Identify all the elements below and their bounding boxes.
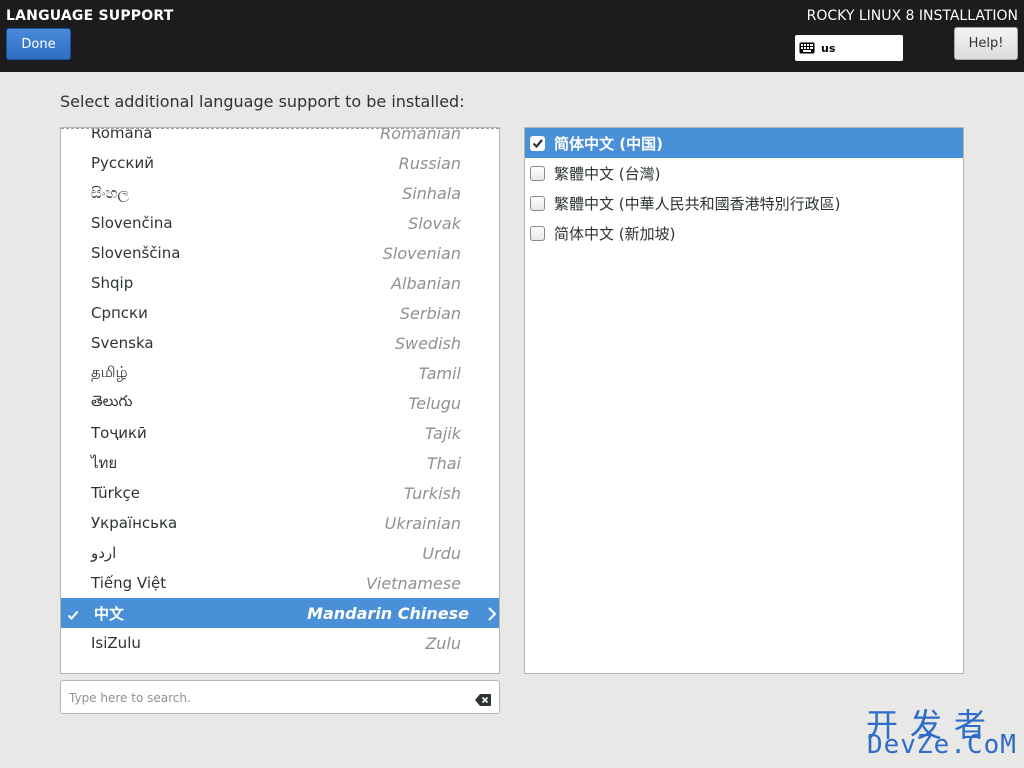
language-row[interactable]: IsiZulu Zulu [61,628,499,658]
language-row[interactable]: Slovenčina Slovak [61,208,499,238]
language-english-name: Thai [426,453,461,473]
instruction-label: Select additional language support to be… [60,92,465,111]
scroll-edge-indicator [61,128,499,129]
language-native-name: ไทย [91,454,118,472]
language-english-name: Zulu [425,633,461,653]
locale-row[interactable]: 繁體中文 (中華人民共和國香港特別行政區) [525,188,963,218]
locale-checkbox[interactable] [530,226,545,241]
language-native-name: Shqip [91,274,134,292]
language-english-name: Albanian [391,273,461,293]
language-native-name: 中文 [94,604,125,623]
language-row[interactable]: Svenska Swedish [61,328,499,358]
locale-row[interactable]: 简体中文 (中国) [525,128,963,158]
chevron-right-icon [487,606,497,625]
language-english-name: Tamil [418,363,461,383]
language-english-name: Ukrainian [384,513,461,533]
language-row[interactable]: Română Romanian [61,127,499,148]
language-row[interactable]: 中文 Mandarin Chinese [61,598,499,628]
language-row[interactable]: اردو Urdu [61,538,499,568]
language-row[interactable]: Тоҷикӣ Tajik [61,418,499,448]
language-row[interactable]: தமிழ் Tamil [61,358,499,388]
locale-label: 简体中文 (中国) [554,134,663,153]
language-english-name: Mandarin Chinese [307,603,469,623]
language-native-name: Slovenčina [91,214,173,232]
locale-label: 简体中文 (新加坡) [554,224,676,243]
product-title: ROCKY LINUX 8 INSTALLATION [806,8,1018,24]
language-english-name: Slovak [408,213,461,233]
watermark-bottom-text: DevZe.CoM [867,730,1017,760]
language-row[interactable]: Shqip Albanian [61,268,499,298]
language-row[interactable]: Türkçe Turkish [61,478,499,508]
locale-row[interactable]: 简体中文 (新加坡) [525,218,963,248]
language-list-content: Română Romanian Русский Russian සිංහල Sinhala… [61,127,499,658]
language-native-name: اردو [91,544,117,562]
locale-checkbox[interactable] [530,166,545,181]
language-row[interactable]: Русский Russian [61,148,499,178]
done-button[interactable]: Done [6,28,71,60]
language-native-name: Svenska [91,334,154,352]
language-row[interactable]: ไทย Thai [61,448,499,478]
language-row[interactable]: తెలుగు Telugu [61,388,499,418]
watermark-logo: 开发者 DevZe.CoM [866,700,1016,762]
language-native-name: Українська [91,514,178,532]
language-english-name: Serbian [399,303,461,323]
search-input[interactable] [69,688,469,708]
language-native-name: தமிழ் [91,363,128,381]
language-english-name: Telugu [408,393,461,413]
language-native-name: Српски [91,304,148,322]
locale-list[interactable]: 简体中文 (中国) 繁體中文 (台灣) 繁體中文 (中華人民共和國香港特別行政區) 简… [524,127,964,674]
language-row[interactable]: Tiếng Việt Vietnamese [61,568,499,598]
language-row[interactable]: Slovenščina Slovenian [61,238,499,268]
keyboard-layout-label: us [821,41,836,55]
help-button[interactable]: Help! [954,27,1018,60]
language-english-name: Turkish [403,483,461,503]
language-native-name: Română [91,127,153,142]
language-english-name: Swedish [394,333,461,353]
locale-checkbox[interactable] [530,136,545,151]
language-list[interactable]: Română Romanian Русский Russian සිංහල Sinhala… [60,127,500,674]
spoke-title: LANGUAGE SUPPORT [6,8,174,24]
keyboard-icon [799,42,815,54]
locale-row[interactable]: 繁體中文 (台灣) [525,158,963,188]
locale-label: 繁體中文 (中華人民共和國香港特別行政區) [554,194,841,213]
locale-checkbox[interactable] [530,196,545,211]
language-row[interactable]: සිංහල Sinhala [61,178,499,208]
checkmark-icon [67,606,79,625]
language-native-name: తెలుగు [91,392,133,410]
language-english-name: Slovenian [382,243,461,263]
language-native-name: Русский [91,154,154,172]
locale-label: 繁體中文 (台灣) [554,164,661,183]
language-native-name: IsiZulu [91,634,141,652]
language-row[interactable]: Српски Serbian [61,298,499,328]
language-row[interactable]: Українська Ukrainian [61,508,499,538]
keyboard-layout-indicator[interactable]: us [795,35,903,61]
clear-search-icon[interactable] [475,691,491,710]
language-native-name: Тоҷикӣ [91,424,147,442]
language-english-name: Urdu [422,543,461,563]
search-box[interactable] [60,680,500,714]
locale-list-content: 简体中文 (中国) 繁體中文 (台灣) 繁體中文 (中華人民共和國香港特別行政區) 简… [525,128,963,248]
language-english-name: Romanian [380,127,461,143]
language-english-name: Tajik [424,423,461,443]
language-native-name: සිංහල [91,184,129,202]
language-english-name: Sinhala [402,183,461,203]
language-native-name: Slovenščina [91,244,181,262]
language-english-name: Vietnamese [365,573,461,593]
language-english-name: Russian [398,153,461,173]
top-bar: LANGUAGE SUPPORT Done ROCKY LINUX 8 INST… [0,0,1024,72]
language-native-name: Tiếng Việt [91,574,167,592]
language-native-name: Türkçe [91,484,140,502]
